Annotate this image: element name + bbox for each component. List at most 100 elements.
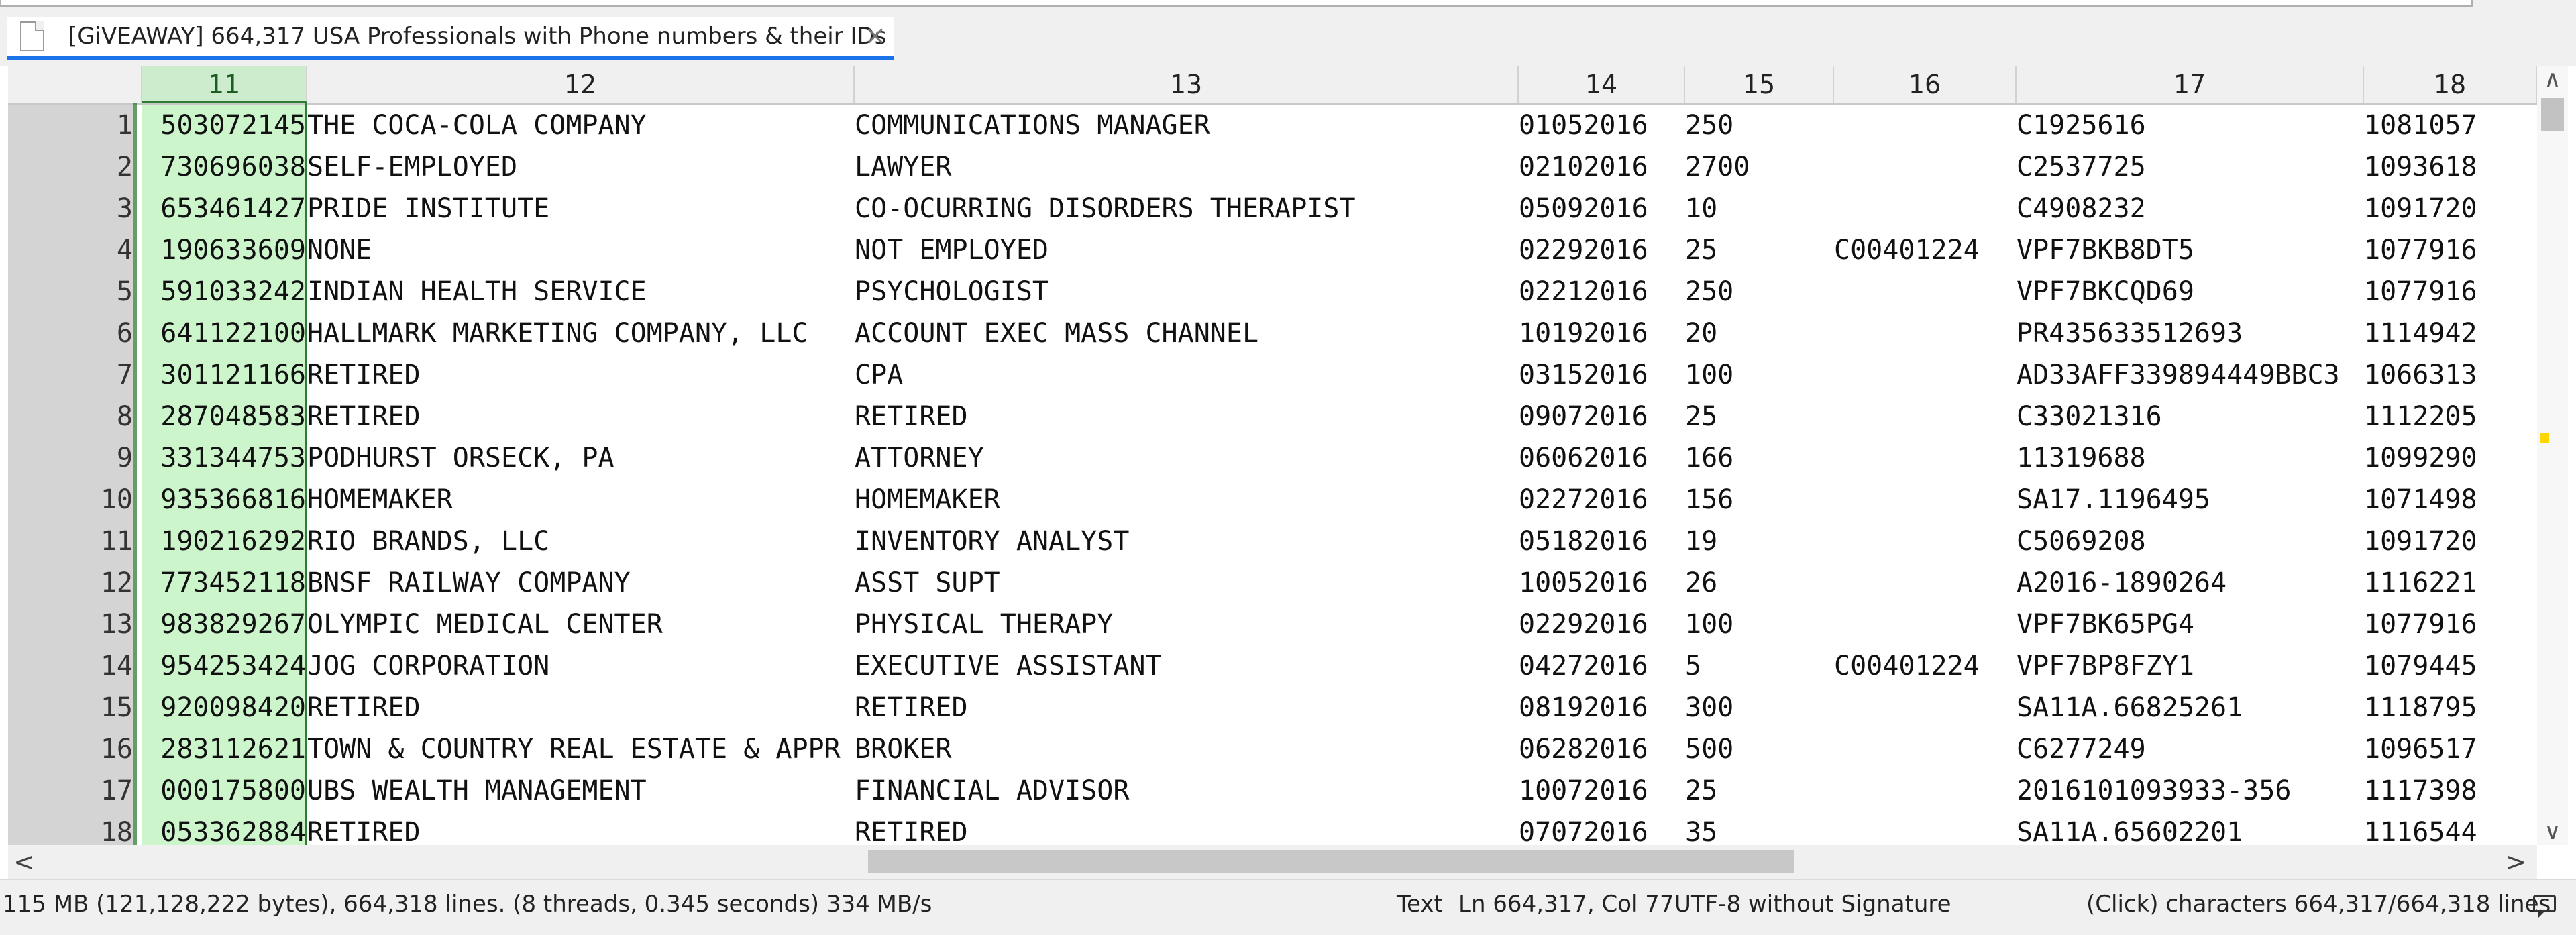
cell-col-16[interactable] <box>1834 812 2017 845</box>
cell-col-13[interactable]: RETIRED <box>855 812 1519 845</box>
cell-col-11[interactable]: 591033242 <box>142 271 306 313</box>
cell-col-13[interactable]: ACCOUNT EXEC MASS CHANNEL <box>855 313 1519 354</box>
status-mode[interactable]: Text <box>1397 891 1443 918</box>
cell-col-11[interactable]: 983829267 <box>142 604 306 645</box>
cell-col-15[interactable]: 10 <box>1685 188 1834 229</box>
cell-col-16[interactable] <box>1834 479 2017 520</box>
cell-col-13[interactable]: INVENTORY ANALYST <box>855 520 1519 562</box>
cell-col-18[interactable]: 1079445 <box>2364 645 2525 687</box>
cell-col-18[interactable]: 1118795 <box>2364 687 2525 728</box>
horizontal-scrollbar[interactable]: < > <box>8 845 2537 879</box>
cell-col-13[interactable]: ASST SUPT <box>855 562 1519 604</box>
cell-col-13[interactable]: COMMUNICATIONS MANAGER <box>855 105 1519 146</box>
cell-col-17[interactable]: SA11A.65602201 <box>2017 812 2364 845</box>
cell-col-13[interactable]: PSYCHOLOGIST <box>855 271 1519 313</box>
cell-col-17[interactable]: C4908232 <box>2017 188 2364 229</box>
cell-col-14[interactable]: 02272016 <box>1519 479 1685 520</box>
cell-col-12[interactable]: THE COCA-COLA COMPANY <box>307 105 855 146</box>
cell-col-17[interactable]: C1925616 <box>2017 105 2364 146</box>
cell-col-14[interactable]: 02292016 <box>1519 604 1685 645</box>
cell-col-16[interactable]: C00401224 <box>1834 645 2017 687</box>
cell-col-17[interactable]: VPF7BKCQD69 <box>2017 271 2364 313</box>
cell-col-14[interactable]: 01052016 <box>1519 105 1685 146</box>
cell-col-17[interactable]: SA11A.66825261 <box>2017 687 2364 728</box>
cell-col-16[interactable] <box>1834 396 2017 437</box>
cell-col-14[interactable]: 10072016 <box>1519 770 1685 812</box>
cell-col-12[interactable]: INDIAN HEALTH SERVICE <box>307 271 855 313</box>
table-row[interactable]: 14 954253424 JOG CORPORATION EXECUTIVE ASSI… <box>8 645 2537 687</box>
cell-col-12[interactable]: TOWN & COUNTRY REAL ESTATE & APPR <box>307 728 855 770</box>
cell-col-11[interactable]: 773452118 <box>142 562 306 604</box>
cell-col-18[interactable]: 1093618 <box>2364 146 2525 188</box>
table-row[interactable]: 15 920098420 RETIRED RETIRED 08192016 300 SA11… <box>8 687 2537 728</box>
cell-col-18[interactable]: 1099290 <box>2364 437 2525 479</box>
cell-col-14[interactable]: 10052016 <box>1519 562 1685 604</box>
cell-col-11[interactable]: 053362884 <box>142 812 306 845</box>
cell-col-18[interactable]: 1114942 <box>2364 313 2525 354</box>
cell-col-12[interactable]: JOG CORPORATION <box>307 645 855 687</box>
cell-col-15[interactable]: 250 <box>1685 105 1834 146</box>
cell-col-18[interactable]: 1116544 <box>2364 812 2525 845</box>
cell-col-11[interactable]: 920098420 <box>142 687 306 728</box>
cell-col-18[interactable]: 1112205 <box>2364 396 2525 437</box>
cell-col-18[interactable]: 1091720 <box>2364 188 2525 229</box>
cell-col-13[interactable]: PHYSICAL THERAPY <box>855 604 1519 645</box>
cell-col-11[interactable]: 730696038 <box>142 146 306 188</box>
table-row[interactable]: 1 503072145 THE COCA-COLA COMPANY COMMUNICA… <box>8 105 2537 146</box>
column-header-13[interactable]: 13 <box>855 66 1519 103</box>
tab-file[interactable]: [GiVEAWAY] 664,317 USA Professionals wit… <box>7 17 894 60</box>
cell-col-17[interactable]: 2016101093933-356 <box>2017 770 2364 812</box>
cell-col-17[interactable]: A2016-1890264 <box>2017 562 2364 604</box>
table-row[interactable]: 4 190633609 NONE NOT EMPLOYED 02292016 25 C004… <box>8 229 2537 271</box>
table-row[interactable]: 3 653461427 PRIDE INSTITUTE CO-OCURRING DIS… <box>8 188 2537 229</box>
cell-col-15[interactable]: 25 <box>1685 770 1834 812</box>
cell-col-15[interactable]: 100 <box>1685 604 1834 645</box>
cell-col-11[interactable]: 283112621 <box>142 728 306 770</box>
cell-col-14[interactable]: 02212016 <box>1519 271 1685 313</box>
cell-col-12[interactable]: HALLMARK MARKETING COMPANY, LLC <box>307 313 855 354</box>
cell-col-11[interactable]: 301121166 <box>142 354 306 396</box>
cell-col-14[interactable]: 07072016 <box>1519 812 1685 845</box>
table-row[interactable]: 17 000175800 UBS WEALTH MANAGEMENT FINANCIA… <box>8 770 2537 812</box>
cell-col-14[interactable]: 04272016 <box>1519 645 1685 687</box>
cell-col-16[interactable] <box>1834 146 2017 188</box>
cell-col-14[interactable]: 06062016 <box>1519 437 1685 479</box>
cell-col-17[interactable]: C5069208 <box>2017 520 2364 562</box>
cell-col-14[interactable]: 10192016 <box>1519 313 1685 354</box>
table-row[interactable]: 8 287048583 RETIRED RETIRED 09072016 25 C33021… <box>8 396 2537 437</box>
status-encoding[interactable]: UTF-8 without Signature <box>1674 891 1951 918</box>
cell-col-12[interactable]: PODHURST ORSECK, PA <box>307 437 855 479</box>
cell-col-12[interactable]: RETIRED <box>307 396 855 437</box>
column-header-15[interactable]: 15 <box>1685 66 1834 103</box>
cell-col-18[interactable]: 1071498 <box>2364 479 2525 520</box>
cell-col-16[interactable] <box>1834 271 2017 313</box>
cell-col-15[interactable]: 500 <box>1685 728 1834 770</box>
vertical-scrollbar[interactable]: ∧ ∨ <box>2537 66 2568 845</box>
cell-col-16[interactable] <box>1834 604 2017 645</box>
cell-col-11[interactable]: 954253424 <box>142 645 306 687</box>
table-row[interactable]: 6 641122100 HALLMARK MARKETING COMPANY, LL… <box>8 313 2537 354</box>
cell-col-18[interactable]: 1116221 <box>2364 562 2525 604</box>
cell-col-12[interactable]: RETIRED <box>307 354 855 396</box>
cell-col-11[interactable]: 503072145 <box>142 105 306 146</box>
table-row[interactable]: 7 301121166 RETIRED CPA 03152016 100 AD33AFF33… <box>8 354 2537 396</box>
cell-col-15[interactable]: 300 <box>1685 687 1834 728</box>
scroll-up-arrow-icon[interactable]: ∧ <box>2537 66 2568 93</box>
horizontal-scroll-thumb[interactable] <box>868 850 1794 873</box>
cell-col-11[interactable]: 287048583 <box>142 396 306 437</box>
cell-col-18[interactable]: 1066313 <box>2364 354 2525 396</box>
column-header-17[interactable]: 17 <box>2017 66 2364 103</box>
cell-col-14[interactable]: 06282016 <box>1519 728 1685 770</box>
cell-col-17[interactable]: SA17.1196495 <box>2017 479 2364 520</box>
cell-col-15[interactable]: 5 <box>1685 645 1834 687</box>
table-row[interactable]: 13 983829267 OLYMPIC MEDICAL CENTER PHYSICA… <box>8 604 2537 645</box>
column-header-12[interactable]: 12 <box>307 66 855 103</box>
cell-col-11[interactable]: 000175800 <box>142 770 306 812</box>
table-row[interactable]: 12 773452118 BNSF RAILWAY COMPANY ASST SUPT… <box>8 562 2537 604</box>
cell-col-12[interactable]: PRIDE INSTITUTE <box>307 188 855 229</box>
cell-col-12[interactable]: BNSF RAILWAY COMPANY <box>307 562 855 604</box>
cell-col-15[interactable]: 166 <box>1685 437 1834 479</box>
column-header-16[interactable]: 16 <box>1834 66 2017 103</box>
table-row[interactable]: 2 730696038 SELF-EMPLOYED LAWYER 02102016 270… <box>8 146 2537 188</box>
cell-col-16[interactable] <box>1834 770 2017 812</box>
